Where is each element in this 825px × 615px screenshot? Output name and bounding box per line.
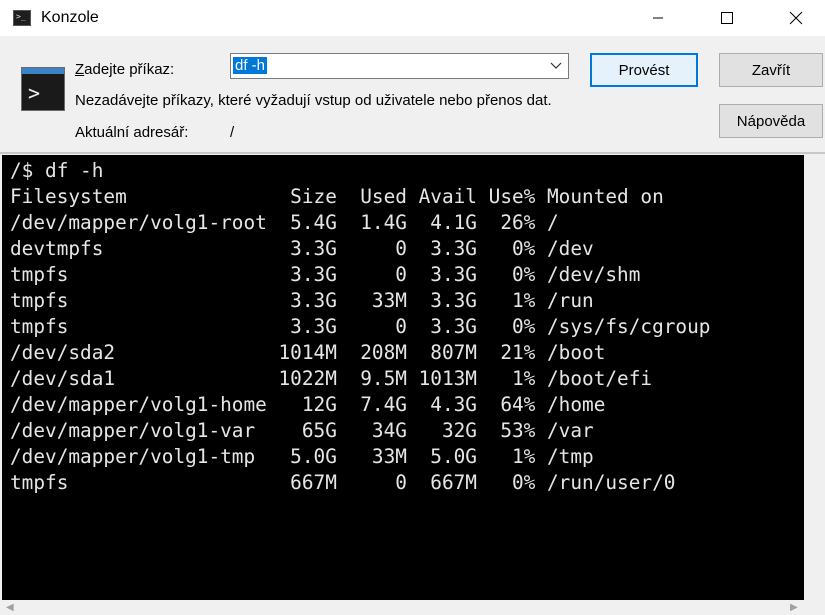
vertical-scrollbar[interactable] xyxy=(805,155,825,600)
console-icon: >_ xyxy=(13,10,31,26)
scroll-right-icon[interactable]: ▶ xyxy=(790,602,798,613)
command-form: > Zadejte příkaz: df -h Nezadávejte přík… xyxy=(0,36,825,152)
terminal-line: tmpfs 667M 0 667M 0% /run/user/0 xyxy=(10,471,676,494)
current-dir-label: Aktuální adresář: xyxy=(75,124,189,141)
minimize-button[interactable] xyxy=(635,0,681,36)
terminal-prompt: /$ df -h xyxy=(10,159,104,182)
terminal-line: tmpfs 3.3G 0 3.3G 0% /sys/fs/cgroup xyxy=(10,315,711,338)
terminal-line: /dev/mapper/volg1-home 12G 7.4G 4.3G 64%… xyxy=(10,393,606,416)
close-icon xyxy=(789,11,803,25)
command-input-value: df -h xyxy=(233,57,268,74)
terminal-line: /dev/mapper/volg1-var 65G 34G 32G 53% /v… xyxy=(10,419,594,442)
command-label: Zadejte příkaz: xyxy=(75,61,175,78)
current-dir-value: / xyxy=(230,124,235,141)
divider xyxy=(0,152,825,154)
window-title: Konzole xyxy=(41,9,99,26)
scroll-left-icon[interactable]: ◀ xyxy=(6,602,14,613)
terminal-line: /dev/sda1 1022M 9.5M 1013M 1% /boot/efi xyxy=(10,367,653,390)
terminal-header: Filesystem Size Used Avail Use% Mounted … xyxy=(10,185,664,208)
terminal-line: /dev/mapper/volg1-root 5.4G 1.4G 4.1G 26… xyxy=(10,211,559,234)
horizontal-scrollbar[interactable]: ◀ ▶ xyxy=(0,600,825,615)
terminal-line: tmpfs 3.3G 0 3.3G 0% /dev/shm xyxy=(10,263,641,286)
command-input[interactable]: df -h xyxy=(230,53,569,79)
help-button[interactable]: Nápověda xyxy=(719,104,823,138)
hint-text: Nezadávejte příkazy, které vyžadují vstu… xyxy=(75,92,552,109)
terminal-text: /$ df -h Filesystem Size Used Avail Use%… xyxy=(2,155,804,496)
maximize-icon xyxy=(721,12,733,24)
terminal-icon: > xyxy=(21,67,65,111)
close-button[interactable]: Zavřít xyxy=(719,53,823,87)
terminal-line: /dev/mapper/volg1-tmp 5.0G 33M 5.0G 1% /… xyxy=(10,445,594,468)
terminal-output[interactable]: /$ df -h Filesystem Size Used Avail Use%… xyxy=(2,155,804,600)
close-window-button[interactable] xyxy=(773,0,819,36)
maximize-button[interactable] xyxy=(704,0,750,36)
minimize-icon xyxy=(653,17,663,19)
terminal-line: tmpfs 3.3G 33M 3.3G 1% /run xyxy=(10,289,594,312)
title-bar[interactable]: >_ Konzole xyxy=(0,0,825,36)
chevron-down-icon[interactable] xyxy=(550,59,562,71)
run-button[interactable]: Provést xyxy=(590,53,698,87)
terminal-line: /dev/sda2 1014M 208M 807M 21% /boot xyxy=(10,341,606,364)
terminal-line: devtmpfs 3.3G 0 3.3G 0% /dev xyxy=(10,237,594,260)
